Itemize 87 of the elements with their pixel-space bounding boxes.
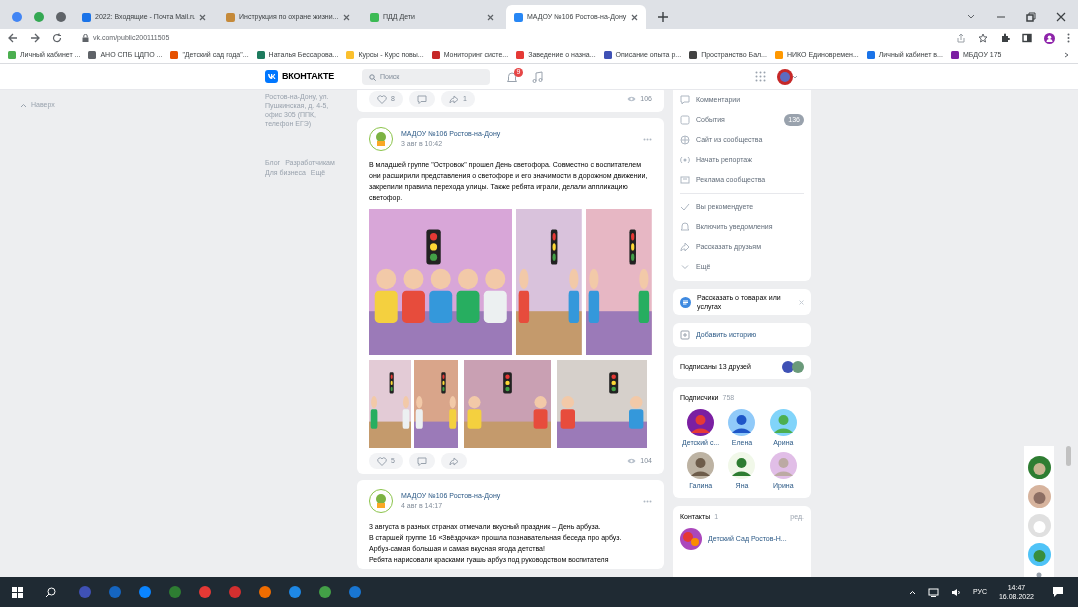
close-icon[interactable] — [487, 13, 494, 21]
avatar-icon — [769, 452, 797, 479]
share-icon — [448, 94, 459, 104]
bookmark-icon — [516, 51, 525, 59]
taskbar-app-icon[interactable] — [228, 585, 242, 599]
close-icon[interactable] — [1056, 12, 1066, 22]
taskbar-app-icon[interactable] — [168, 585, 182, 599]
restore-icon[interactable] — [1026, 12, 1036, 22]
share-icon[interactable] — [956, 33, 966, 43]
search-icon — [369, 73, 376, 81]
comment-icon — [416, 456, 427, 466]
vk-logo-text: ВКОНТАКТЕ — [282, 69, 335, 83]
user-avatar-icon[interactable] — [777, 68, 797, 85]
avatar-icon — [687, 408, 715, 436]
avatar-icon — [769, 408, 797, 436]
taskbar-app-icon[interactable] — [318, 585, 332, 599]
browser-app-icon[interactable] — [55, 11, 67, 23]
menu-item-icon — [680, 135, 690, 145]
heart-icon — [377, 94, 387, 104]
search-icon[interactable] — [45, 586, 56, 598]
chat-avatar-icon[interactable] — [1027, 485, 1051, 508]
share-icon — [448, 456, 459, 466]
taskbar-app-icon[interactable] — [288, 585, 302, 599]
reload-icon[interactable] — [52, 33, 62, 43]
page-icon — [82, 12, 91, 22]
bookmark-icon — [950, 51, 959, 59]
page-icon — [514, 12, 523, 22]
browser-app-icon[interactable] — [33, 11, 45, 23]
avatar-icon — [680, 528, 702, 550]
windows-start-icon[interactable] — [12, 586, 23, 598]
chevron-up-icon — [20, 102, 27, 108]
taskbar-app-icon[interactable] — [198, 585, 212, 599]
avatar-icon — [728, 452, 756, 479]
story-icon — [680, 330, 690, 340]
lock-icon — [82, 34, 89, 42]
friend-avatars-icon — [782, 361, 804, 373]
taskbar-app-icon[interactable] — [78, 585, 92, 599]
menu-item-icon — [680, 175, 690, 185]
apps-grid-icon[interactable] — [755, 70, 767, 83]
close-icon[interactable] — [199, 13, 206, 21]
avatar-icon — [728, 408, 756, 436]
bookmark-icon — [774, 51, 783, 59]
close-icon[interactable] — [343, 13, 350, 21]
forward-icon[interactable] — [30, 33, 40, 43]
bookmark-icon — [689, 51, 698, 59]
bookmark-icon — [88, 51, 97, 59]
eye-icon — [627, 458, 637, 464]
taskbar-app-icon[interactable] — [258, 585, 272, 599]
page-icon — [370, 12, 379, 22]
bookmark-icon — [431, 51, 440, 59]
star-icon[interactable] — [978, 33, 988, 43]
vk-logo-icon[interactable] — [265, 70, 278, 83]
taskbar-app-icon[interactable] — [138, 585, 152, 599]
group-logo-icon[interactable] — [369, 127, 393, 151]
scrollbar-thumb[interactable] — [1066, 446, 1071, 466]
avatar-icon — [687, 452, 715, 479]
new-tab-icon[interactable] — [658, 12, 668, 22]
eye-icon — [627, 96, 637, 102]
menu-item-icon — [680, 155, 690, 165]
taskbar-app-icon[interactable] — [108, 585, 122, 599]
speaker-icon[interactable] — [950, 587, 961, 597]
chevron-up-icon[interactable] — [908, 589, 916, 595]
close-icon[interactable] — [631, 13, 638, 21]
puzzle-icon[interactable] — [1000, 33, 1010, 43]
more-icon[interactable] — [1067, 33, 1070, 43]
bookmark-icon — [8, 51, 16, 59]
bookmark-icon — [170, 51, 179, 59]
chat-avatar-icon[interactable] — [1027, 456, 1051, 479]
bell-icon[interactable] — [506, 71, 518, 84]
list-icon — [680, 296, 691, 308]
notifications-icon[interactable] — [1052, 586, 1064, 598]
network-icon[interactable] — [927, 587, 939, 597]
taskbar-app-icon[interactable] — [348, 585, 362, 599]
profile-avatar-icon[interactable] — [1044, 32, 1055, 44]
comment-icon — [416, 94, 427, 104]
side-panel-icon[interactable] — [1022, 33, 1032, 43]
page-icon — [226, 12, 235, 22]
bookmark-icon — [603, 51, 612, 59]
chat-avatar-icon[interactable] — [1027, 543, 1051, 566]
bookmark-icon — [256, 51, 265, 59]
bookmark-icon — [866, 51, 875, 59]
bookmark-icon — [346, 51, 355, 59]
chevron-right-icon[interactable] — [1064, 52, 1070, 58]
browser-app-icon[interactable] — [11, 11, 23, 23]
group-logo-icon[interactable] — [369, 489, 393, 513]
heart-icon — [377, 456, 387, 466]
back-icon[interactable] — [8, 33, 18, 43]
